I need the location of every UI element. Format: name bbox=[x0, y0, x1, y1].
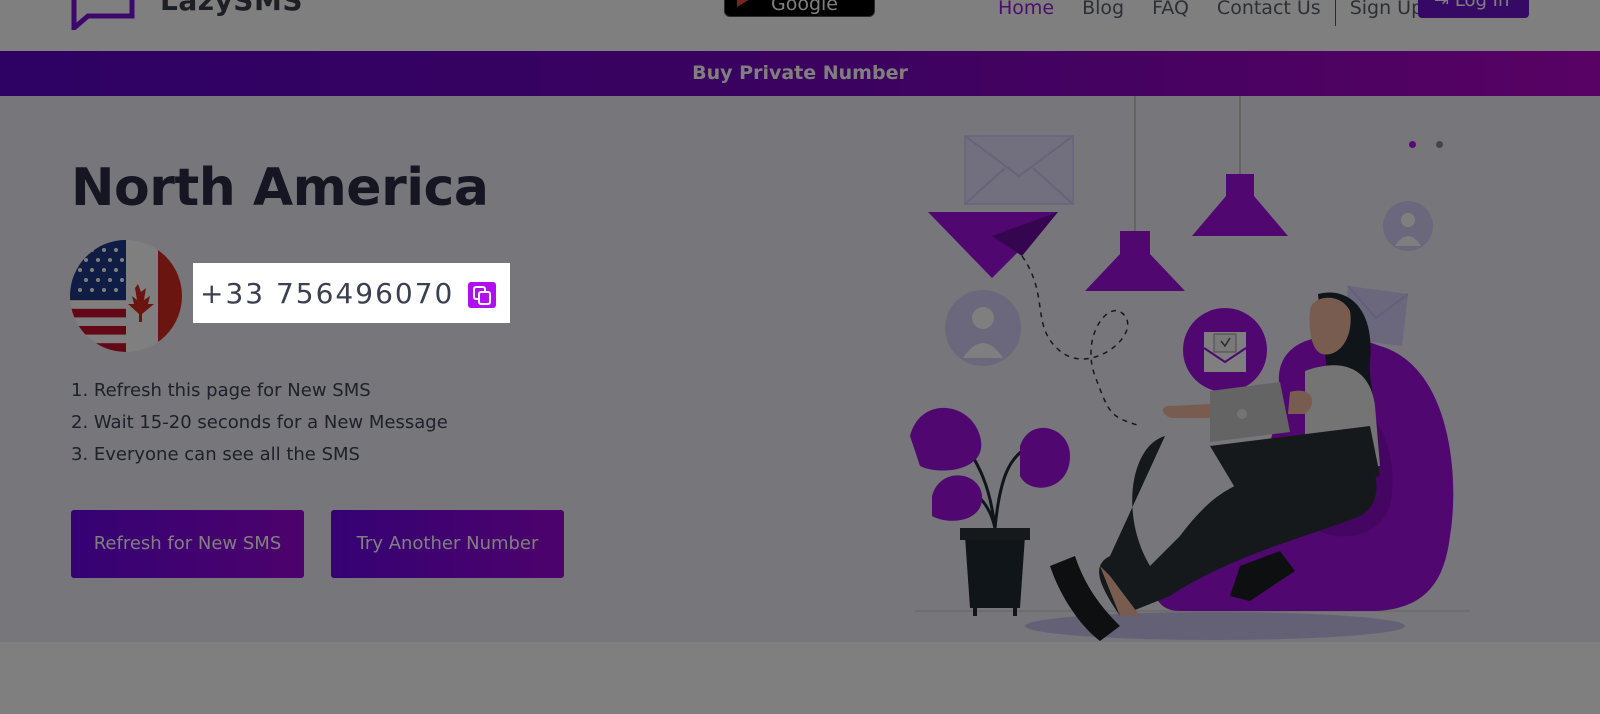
phone-number-box: +33 756496070 bbox=[193, 263, 510, 323]
modal-overlay bbox=[0, 0, 1600, 714]
copy-icon[interactable] bbox=[468, 282, 496, 308]
phone-number[interactable]: +33 756496070 bbox=[200, 277, 454, 310]
